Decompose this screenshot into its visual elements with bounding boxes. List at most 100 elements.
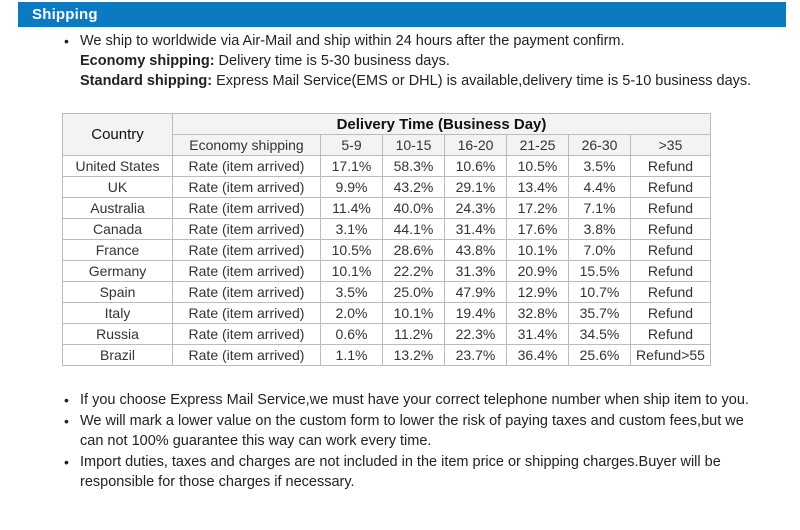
cell-rate-16-20: 31.4% xyxy=(444,218,507,240)
table-row: Australia Rate (item arrived) 11.4% 40.0… xyxy=(62,197,711,219)
cell-rate-26-30: 7.0% xyxy=(568,239,631,261)
table-body: United States Rate (item arrived) 17.1% … xyxy=(62,155,711,366)
cell-rate-5-9: 10.5% xyxy=(320,239,383,261)
cell-country: United States xyxy=(62,155,173,177)
cell-rate-label: Rate (item arrived) xyxy=(172,218,321,240)
delivery-time-table: Country Delivery Time (Business Day) Eco… xyxy=(62,113,711,366)
cell-country: France xyxy=(62,239,173,261)
cell-rate-16-20: 43.8% xyxy=(444,239,507,261)
cell-rate-label: Rate (item arrived) xyxy=(172,155,321,177)
section-title: Shipping xyxy=(32,6,98,23)
cell-country: Canada xyxy=(62,218,173,240)
cell-rate-21-25: 13.4% xyxy=(506,176,569,198)
cell-rate-5-9: 1.1% xyxy=(320,344,383,366)
cell-country: Italy xyxy=(62,302,173,324)
column-header-21-25: 21-25 xyxy=(506,134,569,156)
shipping-section-banner: Shipping xyxy=(18,2,786,27)
cell-rate-10-15: 40.0% xyxy=(382,197,445,219)
cell-rate-label: Rate (item arrived) xyxy=(172,260,321,282)
table-header-row-group: Country Delivery Time (Business Day) xyxy=(62,113,711,156)
cell-rate-16-20: 23.7% xyxy=(444,344,507,366)
cell-country: Russia xyxy=(62,323,173,345)
cell-rate-label: Rate (item arrived) xyxy=(172,344,321,366)
cell-rate-10-15: 25.0% xyxy=(382,281,445,303)
table-row: Germany Rate (item arrived) 10.1% 22.2% … xyxy=(62,260,711,282)
cell-rate-10-15: 28.6% xyxy=(382,239,445,261)
column-header-over-35: >35 xyxy=(630,134,711,156)
cell-rate-21-25: 10.1% xyxy=(506,239,569,261)
list-item: Import duties, taxes and charges are not… xyxy=(62,452,762,492)
cell-rate-21-25: 31.4% xyxy=(506,323,569,345)
cell-country: Germany xyxy=(62,260,173,282)
cell-rate-5-9: 3.5% xyxy=(320,281,383,303)
cell-rate-16-20: 22.3% xyxy=(444,323,507,345)
cell-rate-label: Rate (item arrived) xyxy=(172,197,321,219)
cell-rate-26-30: 25.6% xyxy=(568,344,631,366)
table-row: France Rate (item arrived) 10.5% 28.6% 4… xyxy=(62,239,711,261)
table-row: United States Rate (item arrived) 17.1% … xyxy=(62,155,711,177)
cell-rate-26-30: 34.5% xyxy=(568,323,631,345)
cell-country: Australia xyxy=(62,197,173,219)
economy-shipping-line: Economy shipping: Delivery time is 5-30 … xyxy=(80,51,762,71)
cell-rate-5-9: 10.1% xyxy=(320,260,383,282)
table-row: Brazil Rate (item arrived) 1.1% 13.2% 23… xyxy=(62,344,711,366)
economy-shipping-label: Economy shipping: xyxy=(80,53,215,69)
cell-over-35: Refund xyxy=(630,218,711,240)
cell-rate-21-25: 32.8% xyxy=(506,302,569,324)
cell-rate-26-30: 3.5% xyxy=(568,155,631,177)
cell-rate-10-15: 58.3% xyxy=(382,155,445,177)
cell-rate-21-25: 12.9% xyxy=(506,281,569,303)
cell-rate-16-20: 29.1% xyxy=(444,176,507,198)
cell-rate-label: Rate (item arrived) xyxy=(172,281,321,303)
cell-over-35: Refund xyxy=(630,281,711,303)
column-header-economy-shipping: Economy shipping xyxy=(172,134,321,156)
list-item: We will mark a lower value on the custom… xyxy=(62,411,762,451)
cell-rate-16-20: 24.3% xyxy=(444,197,507,219)
list-item: We ship to worldwide via Air-Mail and sh… xyxy=(62,31,762,91)
cell-rate-10-15: 13.2% xyxy=(382,344,445,366)
cell-rate-10-15: 10.1% xyxy=(382,302,445,324)
column-header-country: Country xyxy=(62,113,173,156)
table-row: Canada Rate (item arrived) 3.1% 44.1% 31… xyxy=(62,218,711,240)
table-row: Russia Rate (item arrived) 0.6% 11.2% 22… xyxy=(62,323,711,345)
shipping-intro-list: We ship to worldwide via Air-Mail and sh… xyxy=(62,31,762,92)
column-header-delivery-time: Delivery Time (Business Day) xyxy=(172,113,711,135)
cell-rate-26-30: 10.7% xyxy=(568,281,631,303)
column-header-10-15: 10-15 xyxy=(382,134,445,156)
cell-over-35: Refund xyxy=(630,176,711,198)
shipping-notes-list: If you choose Express Mail Service,we mu… xyxy=(62,390,762,493)
cell-over-35: Refund xyxy=(630,197,711,219)
cell-rate-21-25: 17.6% xyxy=(506,218,569,240)
cell-rate-26-30: 7.1% xyxy=(568,197,631,219)
cell-rate-10-15: 44.1% xyxy=(382,218,445,240)
table-row: UK Rate (item arrived) 9.9% 43.2% 29.1% … xyxy=(62,176,711,198)
cell-over-35: Refund xyxy=(630,260,711,282)
cell-rate-5-9: 11.4% xyxy=(320,197,383,219)
cell-over-35: Refund>55 xyxy=(630,344,711,366)
cell-country: Brazil xyxy=(62,344,173,366)
cell-rate-label: Rate (item arrived) xyxy=(172,302,321,324)
cell-over-35: Refund xyxy=(630,302,711,324)
cell-rate-16-20: 10.6% xyxy=(444,155,507,177)
cell-rate-5-9: 17.1% xyxy=(320,155,383,177)
cell-rate-16-20: 19.4% xyxy=(444,302,507,324)
cell-rate-10-15: 11.2% xyxy=(382,323,445,345)
cell-rate-26-30: 3.8% xyxy=(568,218,631,240)
cell-rate-5-9: 9.9% xyxy=(320,176,383,198)
column-header-26-30: 26-30 xyxy=(568,134,631,156)
column-header-5-9: 5-9 xyxy=(320,134,383,156)
list-item: If you choose Express Mail Service,we mu… xyxy=(62,390,762,410)
cell-rate-5-9: 3.1% xyxy=(320,218,383,240)
cell-rate-26-30: 4.4% xyxy=(568,176,631,198)
cell-rate-10-15: 43.2% xyxy=(382,176,445,198)
cell-over-35: Refund xyxy=(630,239,711,261)
cell-rate-label: Rate (item arrived) xyxy=(172,176,321,198)
table-row: Italy Rate (item arrived) 2.0% 10.1% 19.… xyxy=(62,302,711,324)
standard-shipping-label: Standard shipping: xyxy=(80,73,213,89)
cell-rate-label: Rate (item arrived) xyxy=(172,239,321,261)
cell-over-35: Refund xyxy=(630,155,711,177)
column-header-16-20: 16-20 xyxy=(444,134,507,156)
cell-country: Spain xyxy=(62,281,173,303)
cell-over-35: Refund xyxy=(630,323,711,345)
standard-shipping-line: Standard shipping: Express Mail Service(… xyxy=(80,71,762,91)
